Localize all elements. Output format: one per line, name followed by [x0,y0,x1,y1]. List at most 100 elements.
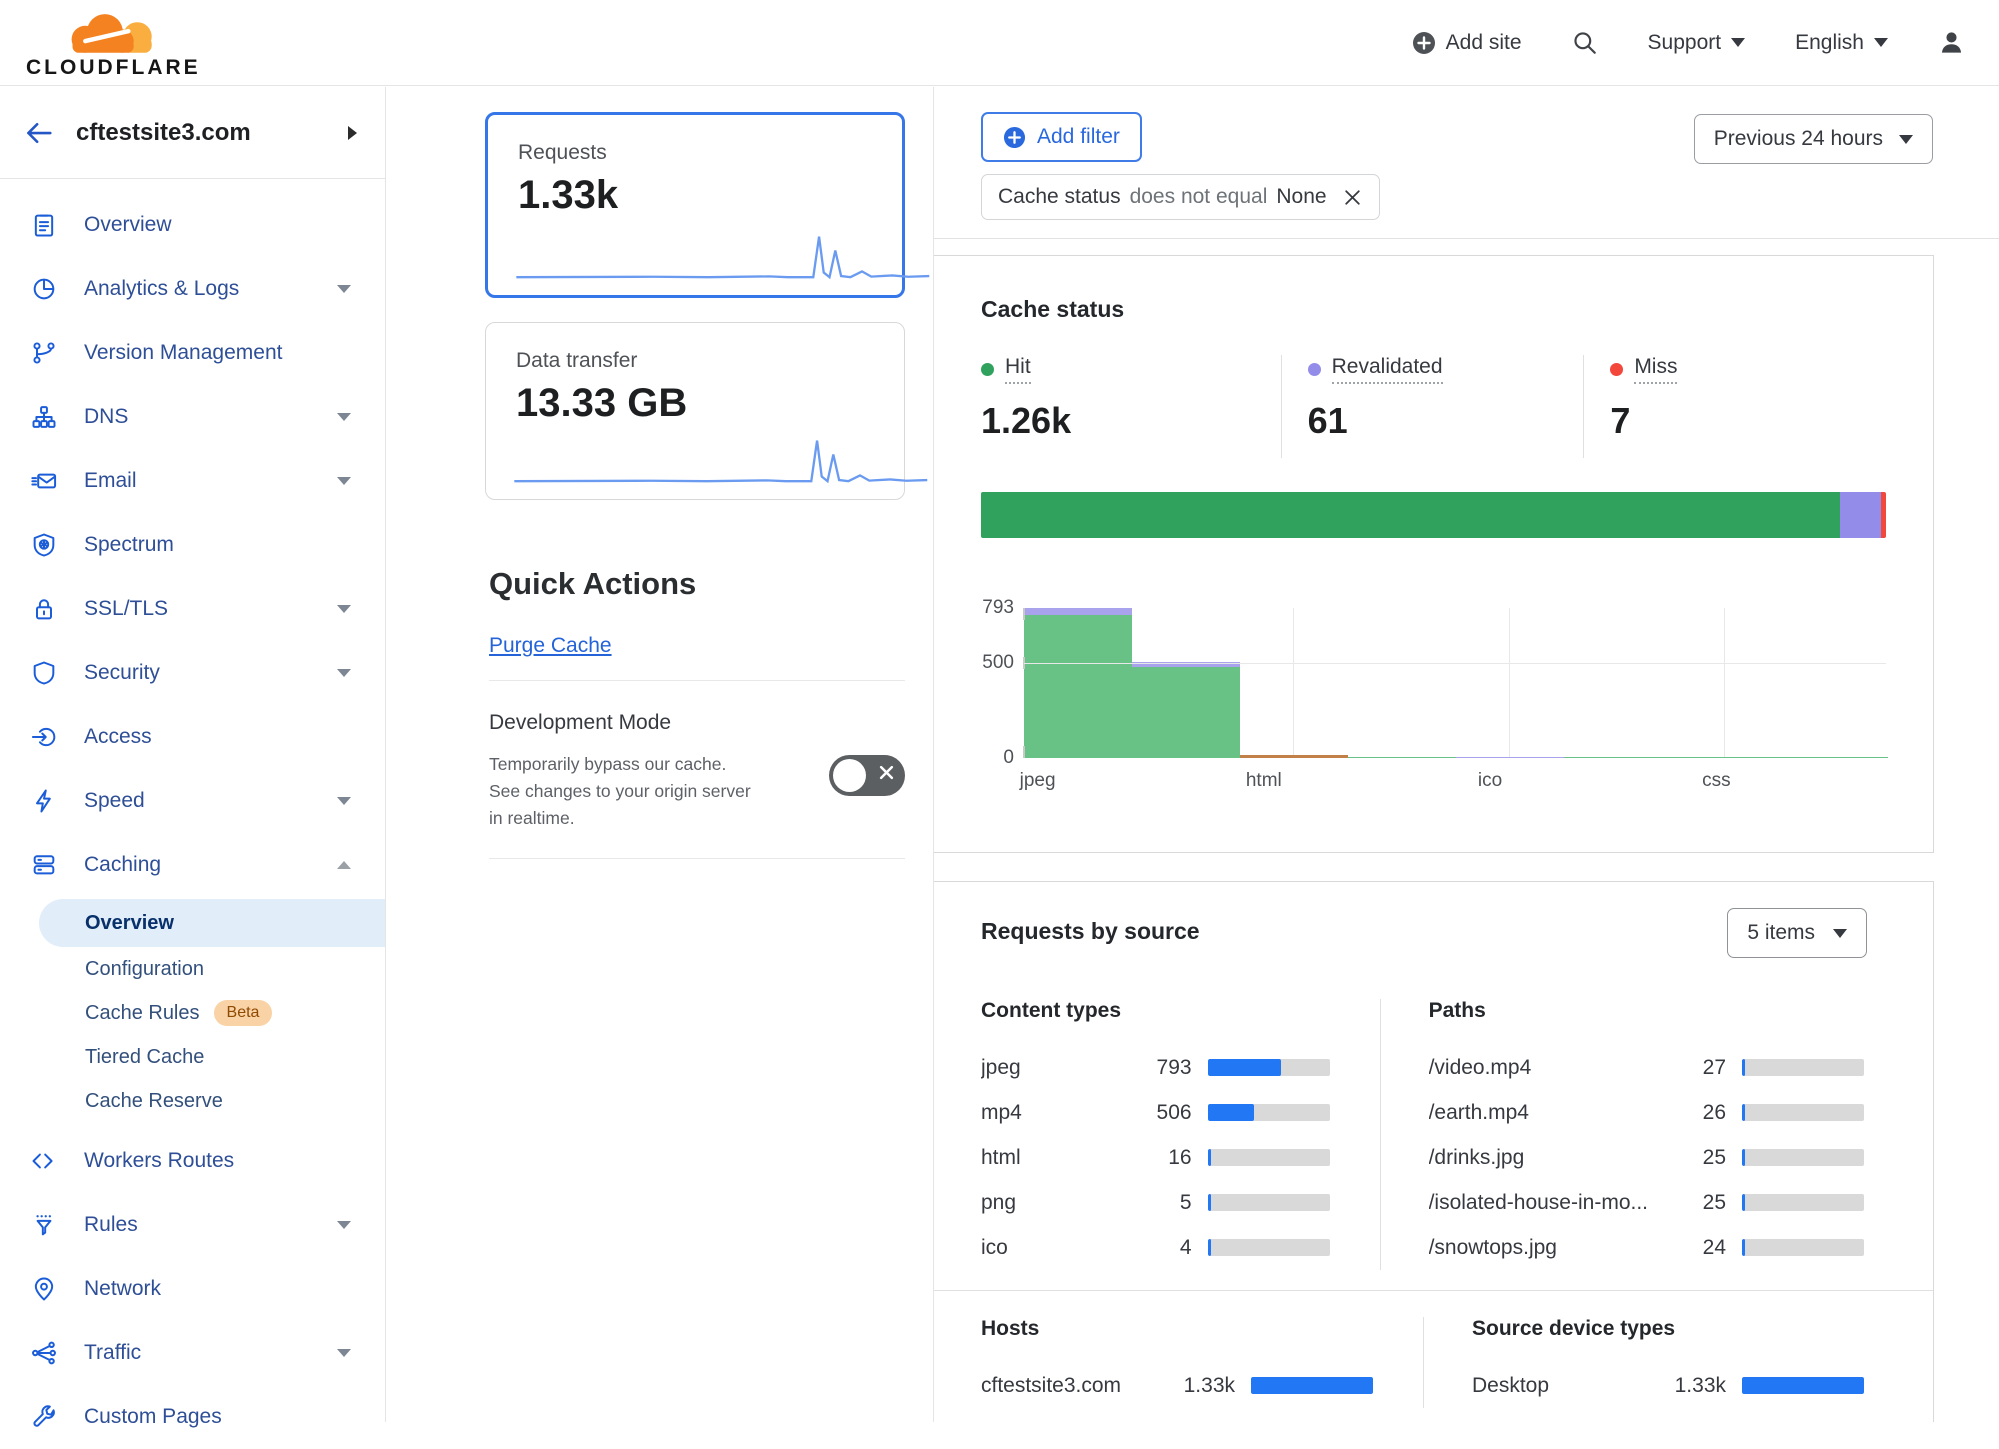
filter-operator: does not equal [1130,185,1268,209]
sidebar-item-dns[interactable]: DNS [0,385,385,449]
data-transfer-sparkline [512,429,930,487]
purge-cache-link[interactable]: Purge Cache [489,634,612,658]
sidebar-item-version-management[interactable]: Version Management [0,321,385,385]
legend-label[interactable]: Hit [1005,355,1031,384]
add-filter-button[interactable]: Add filter [981,112,1142,162]
sidebar-submenu-caching: OverviewConfigurationCache RulesBetaTier… [0,897,385,1129]
sidebar-item-traffic[interactable]: Traffic [0,1321,385,1385]
legend-dot [981,363,994,376]
sidebar-subitem-cache-reserve[interactable]: Cache Reserve [39,1079,385,1123]
cache-status-title: Cache status [981,296,1886,323]
login-arrow-icon [30,723,58,751]
cloudflare-logo: CLOUDFLARE [26,6,201,80]
y-axis-tick-label: 500 [968,652,1014,674]
cloudflare-cloud-icon [52,6,174,60]
row-bar-fill [1742,1194,1745,1211]
search-icon[interactable] [1572,30,1598,56]
sidebar-subitem-configuration[interactable]: Configuration [39,947,385,991]
row-label: html [981,1146,1114,1170]
sidebar-item-workers-routes[interactable]: Workers Routes [0,1129,385,1193]
share-nodes-icon [30,1339,58,1367]
add-site-label: Add site [1446,31,1522,55]
sidebar-item-rules[interactable]: Rules [0,1193,385,1257]
sidebar-item-spectrum[interactable]: Spectrum [0,513,385,577]
language-label: English [1795,31,1864,55]
sidebar-item-analytics-logs[interactable]: Analytics & Logs [0,257,385,321]
support-label: Support [1648,31,1722,55]
legend-dot [1308,363,1321,376]
filter-field: Cache status [998,185,1121,209]
row-bar [1208,1059,1330,1076]
sidebar-item-overview[interactable]: Overview [0,193,385,257]
table-row: mp4506 [981,1090,1330,1135]
divider [934,1290,1933,1291]
cache-status-legend: Hit1.26kRevalidated61Miss7 [981,355,1886,458]
legend-label[interactable]: Revalidated [1332,355,1443,384]
support-menu[interactable]: Support [1648,31,1746,55]
items-count-dropdown[interactable]: 5 items [1727,908,1867,958]
requests-card-value: 1.33k [518,173,872,218]
data-transfer-card-value: 13.33 GB [516,381,874,426]
sidebar-subitem-cache-rules[interactable]: Cache RulesBeta [39,991,385,1035]
add-site-button[interactable]: Add site [1412,31,1522,55]
y-axis-tick-label: 793 [968,597,1014,619]
row-bar [1742,1377,1864,1394]
sidebar-item-caching[interactable]: Caching [0,833,385,897]
add-filter-label: Add filter [1037,125,1120,149]
requests-card-title: Requests [518,141,872,165]
bar-segment-hit [1564,757,1672,759]
requests-card[interactable]: Requests 1.33k [485,112,905,298]
gridline [1024,663,1886,664]
table-row: /earth.mp426 [1429,1090,1864,1135]
row-value: 5 [1114,1191,1192,1215]
sidebar-item-security[interactable]: Security [0,641,385,705]
row-value: 25 [1648,1146,1726,1170]
nodes-icon [30,403,58,431]
hosts-section: Hosts cftestsite3.com1.33k [981,1317,1373,1408]
legend-hit: Hit1.26k [981,355,1281,458]
bar-segment-hit [1024,615,1132,758]
sidebar-item-custom-pages[interactable]: Custom Pages [0,1385,385,1449]
lightning-icon [30,787,58,815]
chart-plot-area: 0500793 [1024,608,1886,758]
row-label: ico [981,1236,1114,1260]
chevron-down-icon [1833,929,1847,938]
row-value: 25 [1648,1191,1726,1215]
shield-icon [30,659,58,687]
code-brackets-icon [30,1147,58,1175]
row-label: jpeg [981,1056,1114,1080]
chart-bar [1348,757,1456,759]
legend-label[interactable]: Miss [1634,355,1677,384]
row-value: 1.33k [1157,1374,1235,1398]
site-header: cftestsite3.com [0,87,385,179]
data-transfer-card[interactable]: Data transfer 13.33 GB [485,322,905,500]
language-menu[interactable]: English [1795,31,1888,55]
sidebar-item-speed[interactable]: Speed [0,769,385,833]
location-pin-icon [30,1275,58,1303]
chevron-right-icon[interactable] [348,126,357,140]
paths-title: Paths [1429,999,1864,1023]
items-count-label: 5 items [1747,921,1815,945]
bar-segment-revalidated [1024,608,1132,615]
user-icon[interactable] [1938,29,1965,56]
legend-value: 7 [1610,400,1886,458]
filter-chip[interactable]: Cache status does not equal None [981,174,1380,220]
sidebar-item-ssl-tls[interactable]: SSL/TLS [0,577,385,641]
content-types-title: Content types [981,999,1330,1023]
sidebar-item-network[interactable]: Network [0,1257,385,1321]
remove-filter-button[interactable] [1342,187,1363,208]
back-arrow-icon[interactable] [24,118,54,148]
sidebar-subitem-tiered-cache[interactable]: Tiered Cache [39,1035,385,1079]
time-range-dropdown[interactable]: Previous 24 hours [1694,114,1933,164]
sidebar-item-access[interactable]: Access [0,705,385,769]
sidebar-subitem-overview[interactable]: Overview [39,899,385,947]
source-device-types-title: Source device types [1472,1317,1864,1341]
stacked-segment-hit [981,492,1840,538]
stacked-segment-miss [1881,492,1886,538]
x-axis-tick-label [1773,770,1886,792]
filter-area: Add filter Cache status does not equal N… [934,112,1999,220]
sidebar-item-email[interactable]: Email [0,449,385,513]
y-axis-tick [1023,608,1025,620]
development-mode-toggle[interactable] [829,755,905,796]
chart-bar-ico [1456,757,1564,759]
